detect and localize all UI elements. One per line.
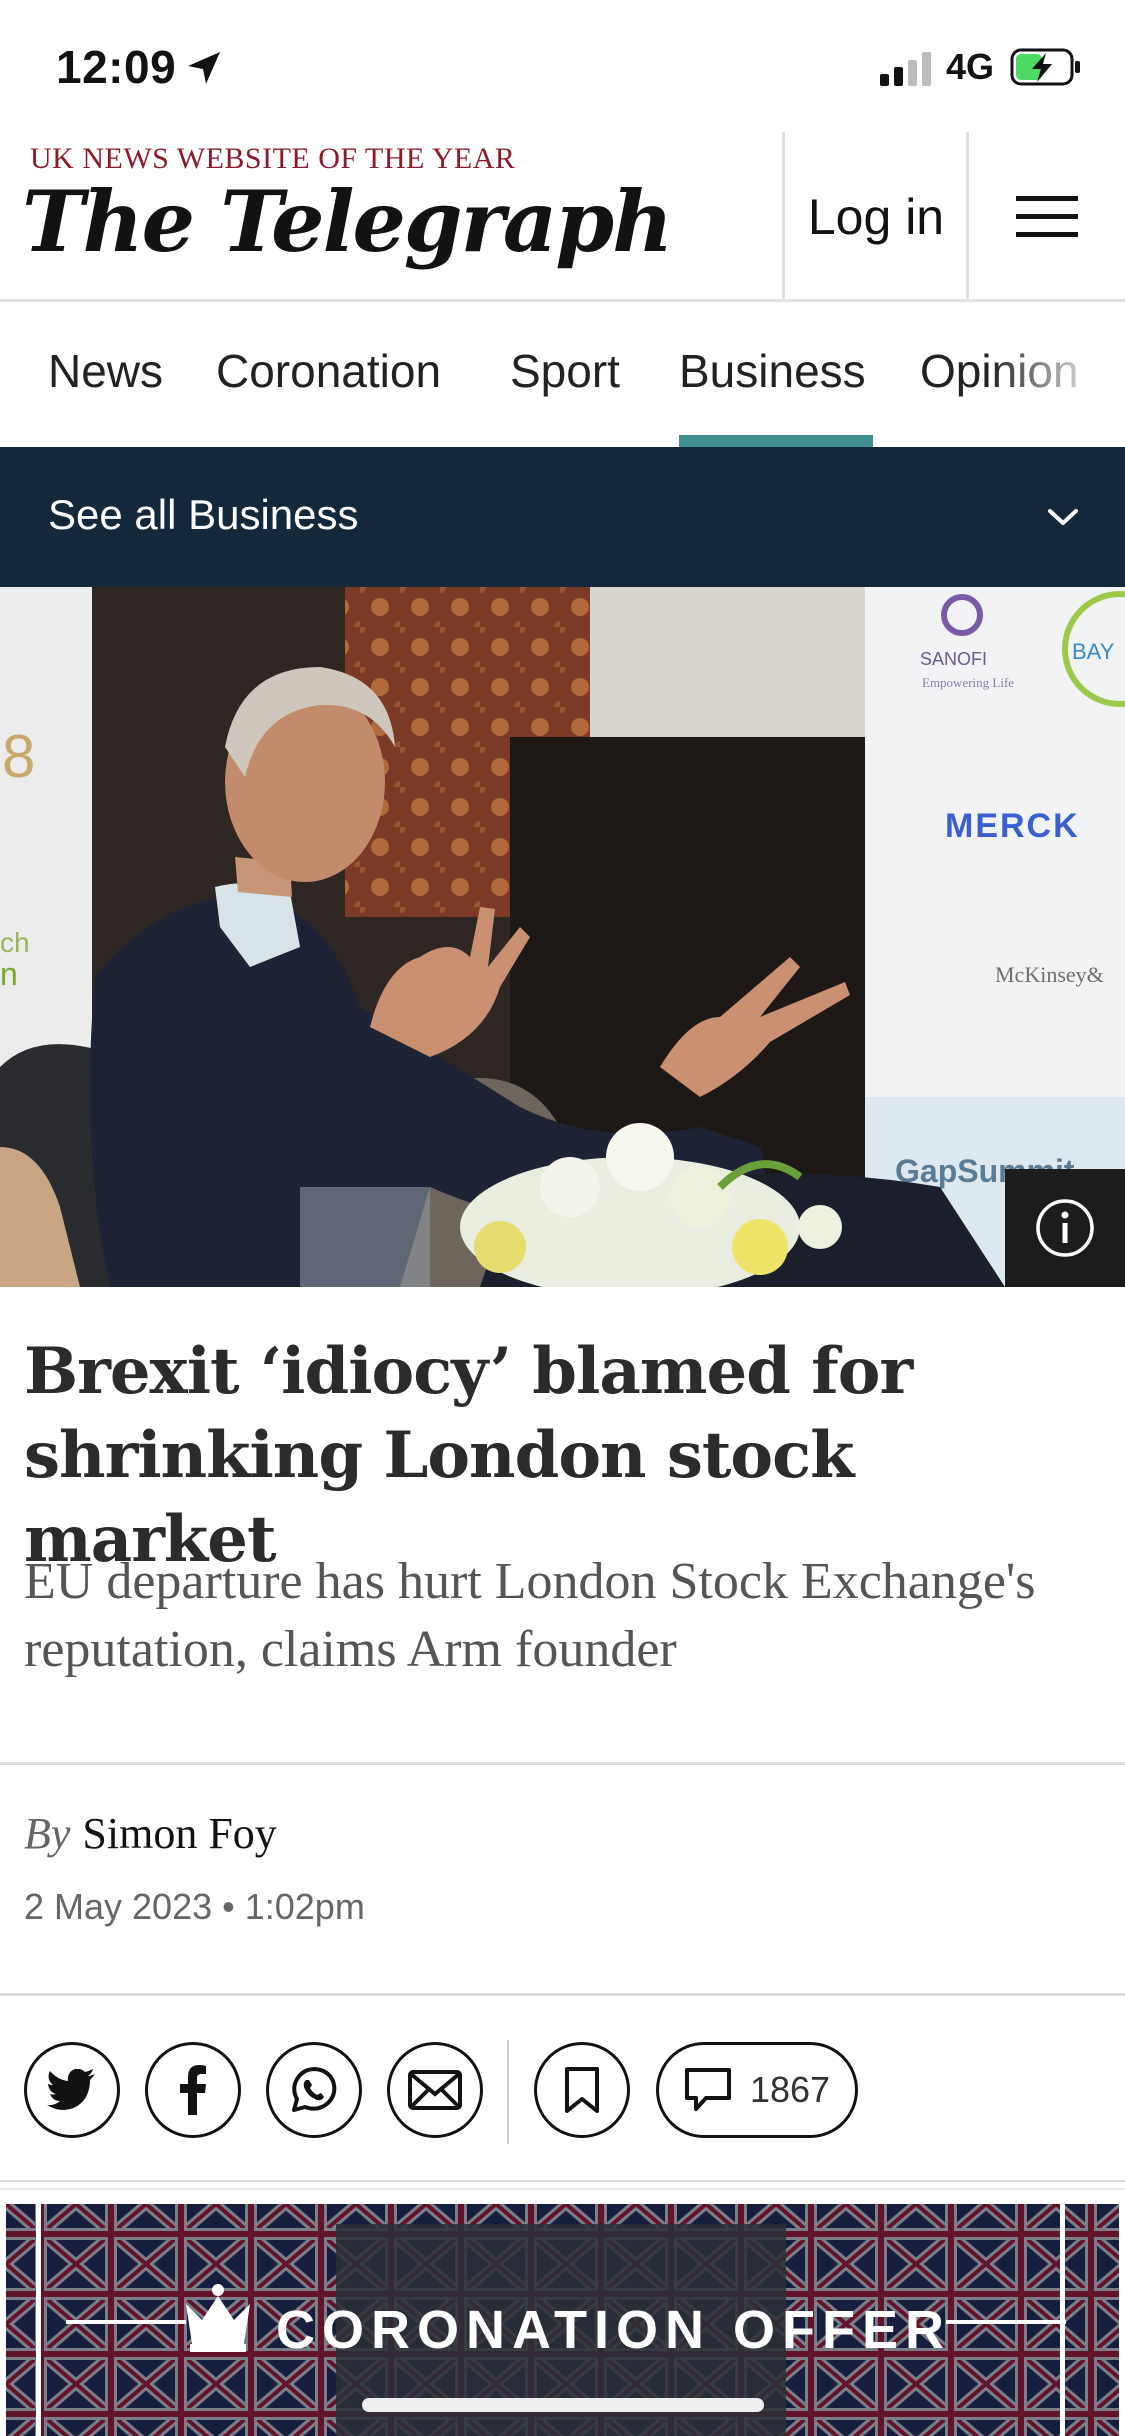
tab-business[interactable]: Business [679,344,866,398]
article-standfirst: EU departure has hurt London Stock Excha… [24,1553,1036,1678]
share-whatsapp-button[interactable] [266,2042,362,2138]
status-time: 12:09 [56,41,177,93]
divider [0,2180,1125,2182]
twitter-icon [47,2069,95,2110]
byline: By Simon Foy [24,1808,277,1859]
comments-count: 1867 [749,2069,831,2110]
whatsapp-icon [292,2067,337,2112]
tab-news[interactable]: News [48,344,163,398]
login-button[interactable]: Log in [785,132,967,302]
divider [0,1762,1125,1765]
divider [507,2040,509,2144]
bookmark-button[interactable] [534,2042,630,2138]
share-facebook-button[interactable] [145,2042,241,2138]
location-arrow-icon [188,52,220,84]
divider [0,1993,1125,1996]
battery-charging-icon [1010,48,1080,86]
svg-text:8: 8 [2,723,35,790]
article-headline: Brexit ‘idiocy’ blamed for shrinking Lon… [24,1334,913,1577]
byline-prefix: By [24,1809,71,1858]
article-hero-image: 8 ch n SANOFI Empowering Life BAY MERCK … [0,587,1125,1287]
comments-button[interactable]: 1867 [656,2042,858,2138]
hamburger-menu-icon [1016,196,1078,237]
share-twitter-button[interactable] [24,2042,120,2138]
svg-text:McKinsey&: McKinsey& [995,962,1104,987]
comment-icon [684,2068,731,2111]
svg-text:Empowering Life: Empowering Life [922,675,1014,690]
masthead-tagline: UK NEWS WEBSITE OF THE YEAR [30,142,516,175]
svg-text:BAY: BAY [1072,639,1115,664]
subnav-bar[interactable]: See all Business [0,447,1125,587]
facebook-icon [180,2065,206,2115]
home-indicator [362,2398,764,2412]
cellular-signal-icon [880,52,931,86]
see-all-business-link[interactable]: See all Business [48,491,359,539]
tab-coronation[interactable]: Coronation [216,344,441,398]
info-icon [1036,1199,1094,1257]
image-info-button[interactable] [1005,1169,1125,1287]
network-type: 4G [946,46,995,87]
bookmark-icon [565,2067,599,2113]
svg-text:MERCK: MERCK [945,807,1080,845]
publish-date: 2 May 2023 • 1:02pm [24,1886,365,1927]
hero-photo: 8 ch n SANOFI Empowering Life BAY MERCK … [0,587,1125,1287]
share-email-button[interactable] [387,2042,483,2138]
divider [0,2188,1125,2190]
menu-button[interactable] [969,132,1125,302]
promo-text[interactable]: CORONATION OFFER [276,2299,951,2361]
section-nav: News Coronation Sport Business Opinion [0,302,1125,447]
chevron-down-icon[interactable] [1046,505,1080,529]
author-link[interactable]: Simon Foy [82,1809,276,1858]
nav-fade [990,302,1125,442]
svg-text:ch: ch [0,927,30,958]
email-icon [408,2070,462,2110]
active-tab-indicator [679,435,873,447]
svg-text:n: n [0,956,18,992]
tab-sport[interactable]: Sport [510,344,620,398]
svg-text:SANOFI: SANOFI [920,649,987,669]
telegraph-logo[interactable]: The Telegraph [22,172,673,271]
status-bar: 12:09 4G [0,0,1125,132]
masthead: UK NEWS WEBSITE OF THE YEAR The Telegrap… [0,132,1125,302]
